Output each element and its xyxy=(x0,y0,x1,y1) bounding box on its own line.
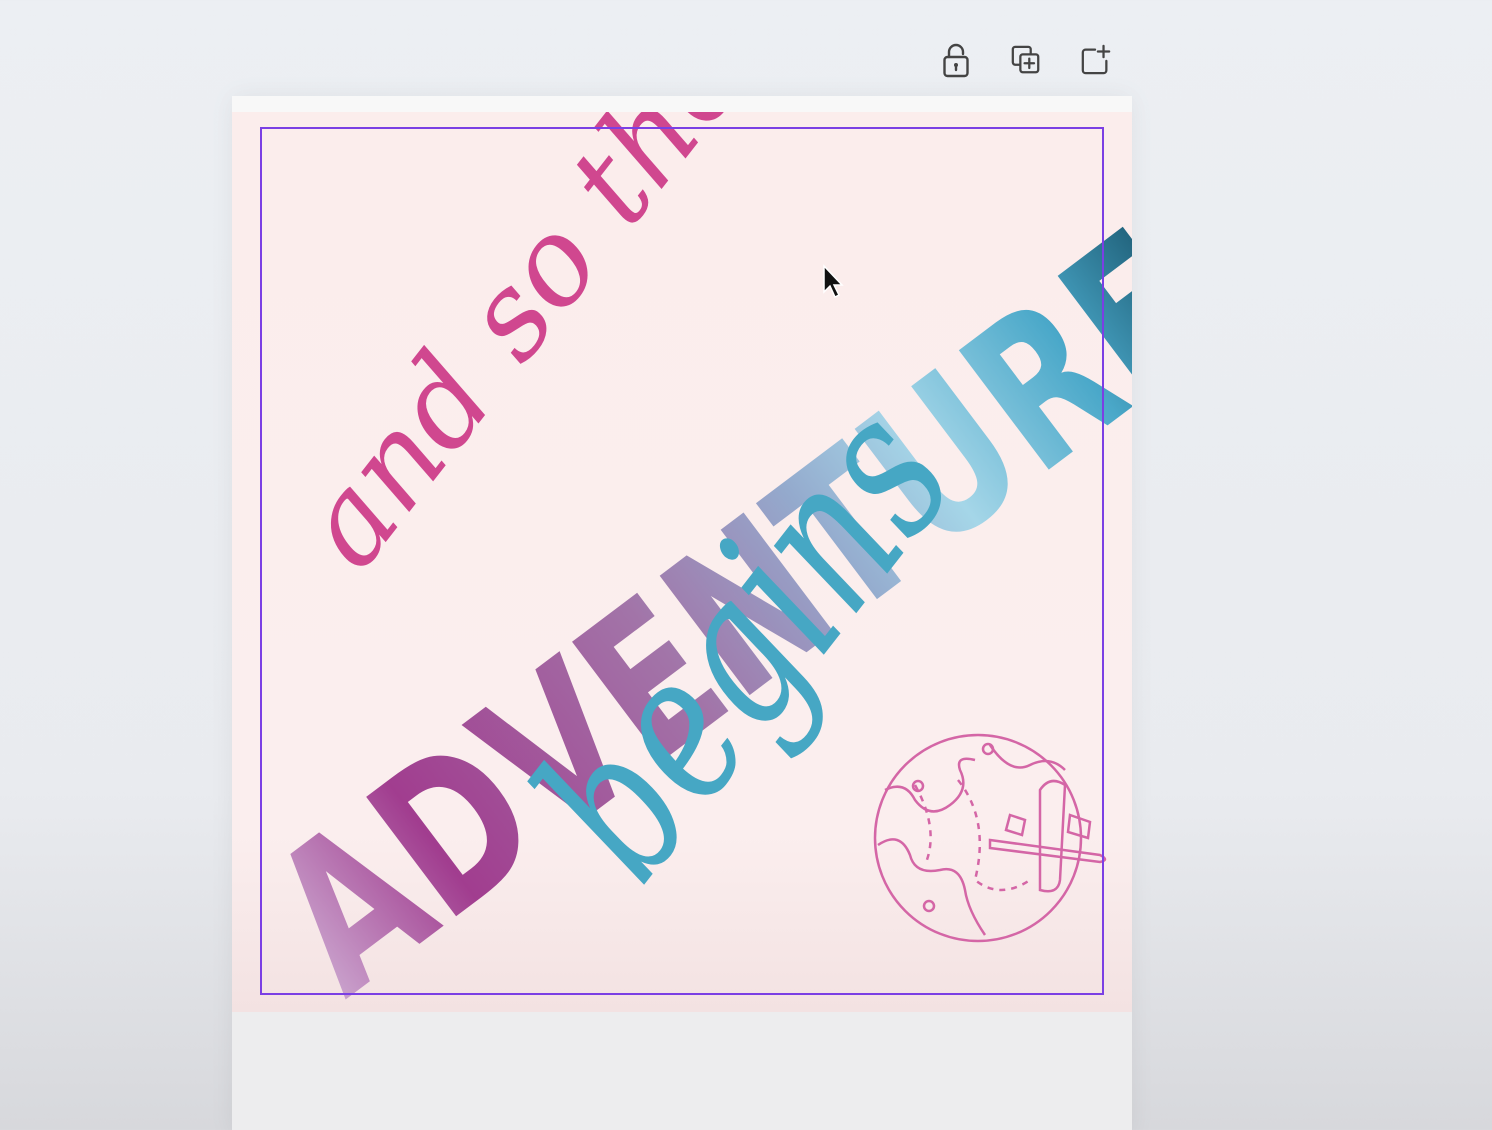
mouse-cursor-icon xyxy=(823,264,844,299)
design-artwork[interactable]: and so the ADVENTURE begins xyxy=(0,0,1492,1130)
globe-airplane-icon[interactable] xyxy=(873,733,1107,943)
